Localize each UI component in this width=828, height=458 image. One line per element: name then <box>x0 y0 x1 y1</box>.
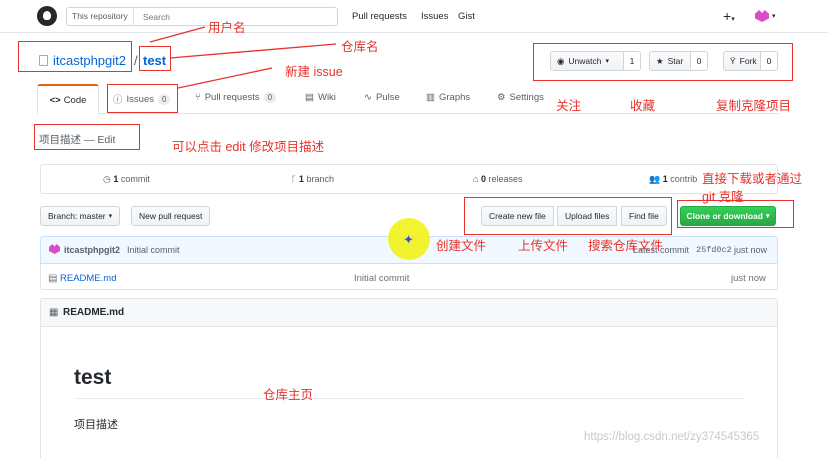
people-icon: 👥 <box>649 174 663 184</box>
commit-sha[interactable]: 25fd0c2 <box>696 245 732 255</box>
path-separator: / <box>134 53 138 68</box>
contributors-count: 1 <box>662 174 668 184</box>
tab-settings-label: Settings <box>509 92 544 103</box>
plus-icon: + <box>723 8 732 24</box>
readme-filename: README.md <box>63 307 125 318</box>
readme-divider <box>74 398 744 399</box>
branch-icon: ᚴ <box>291 174 299 184</box>
readme-body: 项目描述 <box>74 419 118 431</box>
chevron-down-icon: ▾ <box>108 213 113 220</box>
pulls-count-badge: 0 <box>263 92 277 103</box>
branch-select-button[interactable]: Branch: master ▾ <box>40 206 121 226</box>
cursor-icon: ✦ <box>403 232 414 247</box>
chevron-down-icon[interactable]: ▾ <box>772 12 776 20</box>
annotation-box-username <box>18 41 132 72</box>
branches-label: branch <box>306 174 334 184</box>
github-logo-icon[interactable] <box>37 6 57 26</box>
new-pull-request-button[interactable]: New pull request <box>131 206 211 226</box>
tab-graphs-label: Graphs <box>438 92 471 103</box>
note-repo-home: 仓库主页 <box>263 388 314 402</box>
commit-message[interactable]: Initial commit <box>127 245 180 255</box>
note-new-issue: 新建 issue <box>285 65 343 79</box>
note-clone-1: 直接下载或者通过 <box>702 172 803 186</box>
search-box[interactable]: This repository <box>66 7 338 26</box>
nav-gist[interactable]: Gist <box>458 11 475 22</box>
summary-branches[interactable]: ᚴ 1 branch <box>291 174 334 184</box>
tab-settings[interactable]: ⚙ Settings <box>497 92 544 103</box>
tag-icon: ⌂ <box>473 174 481 184</box>
tab-pulse-label: Pulse <box>375 92 400 103</box>
commit-time: just now <box>734 245 768 255</box>
commit-author[interactable]: itcastphpgit2 <box>64 245 120 255</box>
note-create-file: 创建文件 <box>436 239 487 253</box>
annotation-box-actions <box>533 43 793 81</box>
arrow-issue <box>177 67 273 89</box>
summary-commits[interactable]: ◷ 1 commit <box>103 174 150 185</box>
note-upload-file: 上传文件 <box>518 239 569 253</box>
tab-pulse[interactable]: ∿ Pulse <box>364 92 400 103</box>
contributors-label: contrib <box>670 174 698 184</box>
readme-title: test <box>74 366 112 389</box>
tab-code-label: Code <box>63 94 87 106</box>
tab-wiki[interactable]: ▤ Wiki <box>305 92 336 103</box>
graph-icon: ▥ <box>426 92 435 103</box>
watermark: https://blog.csdn.net/zy374545365 <box>584 431 760 443</box>
chevron-down-icon: ▾ <box>731 16 735 23</box>
pulse-icon: ∿ <box>364 92 372 103</box>
branch-label: Branch: master <box>48 211 106 221</box>
nav-issues[interactable]: Issues <box>421 11 448 22</box>
annotation-box-description <box>34 124 140 150</box>
note-star: 收藏 <box>630 99 656 113</box>
tab-code[interactable]: <> Code <box>37 84 99 114</box>
readme-header: ▦ README.md <box>41 299 777 327</box>
releases-label: releases <box>488 174 523 184</box>
note-watch: 关注 <box>556 99 582 113</box>
annotation-box-file-actions <box>464 197 672 235</box>
summary-contributors[interactable]: 👥 1 contrib <box>649 174 697 185</box>
tab-pulls-label: Pull requests <box>204 92 260 103</box>
file-commit-message[interactable]: Initial commit <box>354 273 409 284</box>
releases-count: 0 <box>480 174 486 184</box>
note-fork: 复制克隆项目 <box>716 99 792 113</box>
tab-pull-requests[interactable]: ⑂ Pull requests 0 <box>195 92 277 103</box>
commits-label: commit <box>120 174 150 184</box>
note-repo-name: 仓库名 <box>341 40 379 54</box>
annotation-box-issues <box>107 84 178 113</box>
tab-graphs[interactable]: ▥ Graphs <box>426 92 470 103</box>
pull-request-icon: ⑂ <box>195 92 201 103</box>
book-icon: ▤ <box>305 92 314 103</box>
tab-wiki-label: Wiki <box>317 92 336 103</box>
nav-pull-requests[interactable]: Pull requests <box>352 11 407 22</box>
arrow-reponame <box>169 43 337 59</box>
top-header: This repository Pull requests Issues Gis… <box>0 0 828 33</box>
branches-count: 1 <box>298 174 304 184</box>
gear-icon: ⚙ <box>497 92 506 103</box>
code-icon: <> <box>49 94 61 106</box>
note-clone-2: git 克隆 <box>702 190 744 204</box>
annotation-box-reponame <box>139 46 171 71</box>
file-time: just now <box>731 273 766 284</box>
new-menu-button[interactable]: +▾ <box>723 8 735 24</box>
file-name-link[interactable]: README.md <box>60 273 116 284</box>
file-icon: ▤ <box>48 273 58 284</box>
note-edit: 可以点击 edit 修改项目描述 <box>172 140 325 154</box>
note-search-file: 搜索仓库文件 <box>588 239 664 253</box>
summary-releases[interactable]: ⌂ 0 releases <box>473 174 523 184</box>
commits-count: 1 <box>113 174 119 184</box>
note-username: 用户名 <box>208 21 246 35</box>
search-scope-label: This repository <box>67 8 134 25</box>
tab-divider <box>99 113 779 114</box>
book-icon: ▦ <box>49 307 59 318</box>
avatar[interactable] <box>755 10 769 22</box>
history-icon: ◷ <box>103 174 114 184</box>
